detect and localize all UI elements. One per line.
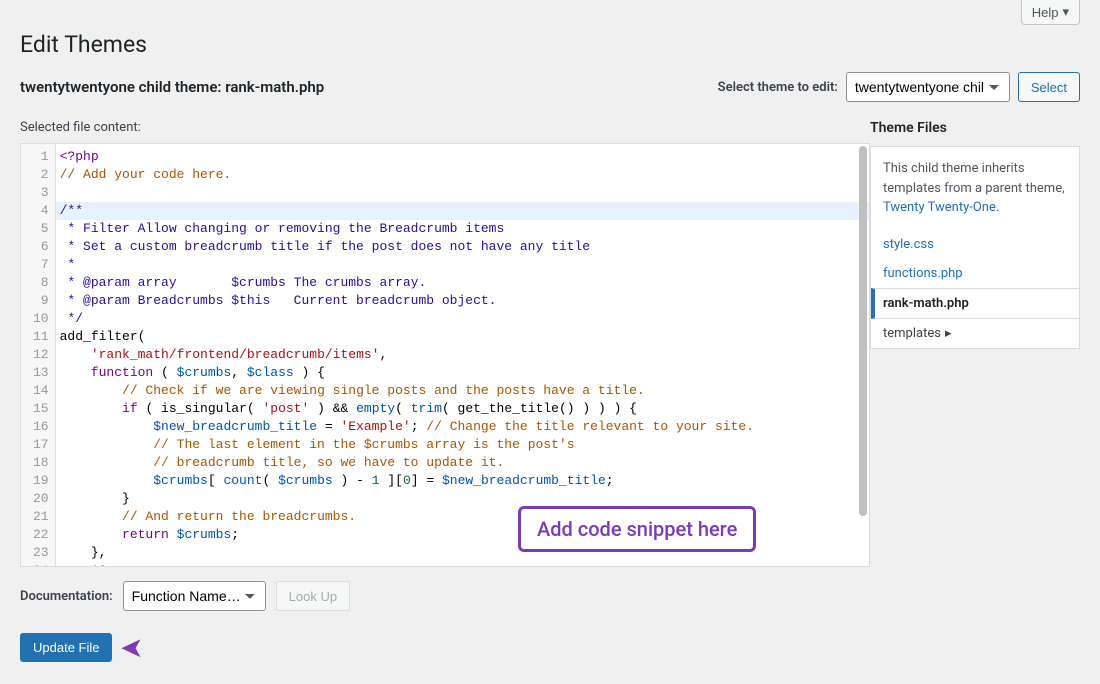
line-gutter: 123456789101112131415161718192021222324 [21, 144, 56, 566]
lookup-button[interactable]: Look Up [276, 581, 350, 611]
file-item-style-css[interactable]: style.css [871, 230, 1079, 259]
file-item-rank-math-php[interactable]: rank-math.php [871, 288, 1079, 319]
chevron-down-icon: ▾ [1062, 4, 1069, 20]
file-item-templates[interactable]: templates ▸ [871, 319, 1079, 348]
theme-select[interactable]: twentytwentyone chil [846, 72, 1010, 102]
annotation-callout: Add code snippet here [518, 506, 756, 552]
inherit-note: This child theme inherits templates from… [871, 147, 1079, 230]
scrollbar[interactable] [859, 146, 867, 516]
code-content[interactable]: <?php// Add your code here. /** * Filter… [56, 144, 869, 566]
parent-theme-link[interactable]: Twenty Twenty-One [883, 200, 996, 215]
code-editor[interactable]: 123456789101112131415161718192021222324 … [20, 143, 870, 567]
chevron-right-icon: ▸ [945, 326, 952, 341]
selected-file-label: Selected file content: [20, 120, 870, 135]
sidebar-title: Theme Files [870, 120, 1080, 146]
help-button[interactable]: Help ▾ [1021, 0, 1080, 25]
file-subtitle: twentytwentyone child theme: rank-math.p… [20, 78, 324, 96]
select-button[interactable]: Select [1018, 72, 1080, 102]
documentation-label: Documentation: [20, 589, 113, 604]
page-title: Edit Themes [20, 31, 1080, 58]
update-file-button[interactable]: Update File [20, 633, 112, 662]
theme-select-label: Select theme to edit: [718, 80, 838, 95]
file-item-functions-php[interactable]: functions.php [871, 259, 1079, 288]
arrow-icon: ➤ [120, 631, 143, 664]
file-list: style.cssfunctions.phprank-math.phptempl… [871, 230, 1079, 348]
documentation-select[interactable]: Function Name… [123, 581, 266, 611]
help-label: Help [1032, 5, 1059, 20]
